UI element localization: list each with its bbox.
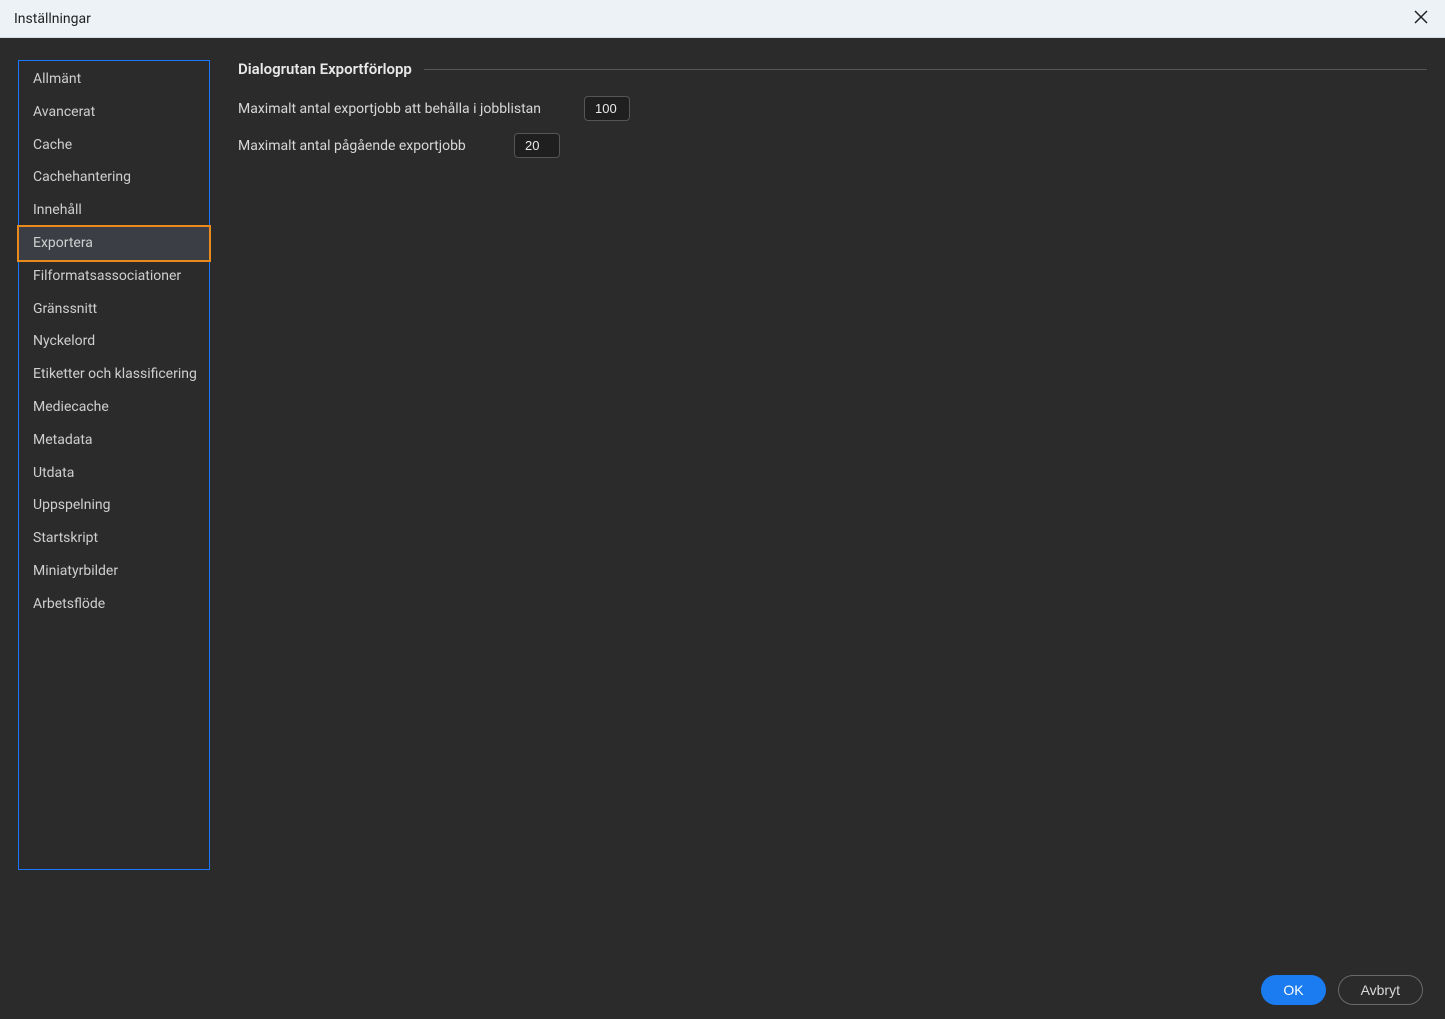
sidebar-item[interactable]: Etiketter och klassificering — [19, 358, 209, 391]
section-divider — [424, 69, 1427, 70]
field-label: Maximalt antal pågående exportjobb — [238, 138, 498, 154]
sidebar-item[interactable]: Mediecache — [19, 391, 209, 424]
section-header: Dialogrutan Exportförlopp — [238, 60, 1427, 78]
cancel-button[interactable]: Avbryt — [1338, 975, 1423, 1005]
main-area: AllmäntAvanceratCacheCachehanteringInneh… — [0, 38, 1445, 1019]
category-sidebar: AllmäntAvanceratCacheCachehanteringInneh… — [18, 60, 210, 870]
field-input-max-running[interactable] — [514, 133, 560, 158]
sidebar-item[interactable]: Metadata — [19, 424, 209, 457]
sidebar-item[interactable]: Startskript — [19, 522, 209, 555]
sidebar-item[interactable]: Miniatyrbilder — [19, 555, 209, 588]
sidebar-item[interactable]: Cache — [19, 129, 209, 162]
field-max-running: Maximalt antal pågående exportjobb — [238, 133, 1427, 158]
sidebar-item[interactable]: Exportera — [17, 225, 211, 262]
sidebar-item[interactable]: Utdata — [19, 457, 209, 490]
dialog-footer: OK Avbryt — [1261, 975, 1423, 1005]
sidebar-item[interactable]: Nyckelord — [19, 325, 209, 358]
ok-button[interactable]: OK — [1261, 975, 1325, 1005]
content-panel: Dialogrutan Exportförlopp Maximalt antal… — [238, 60, 1427, 1019]
sidebar-item[interactable]: Allmänt — [19, 63, 209, 96]
close-icon — [1414, 10, 1428, 28]
sidebar-item[interactable]: Uppspelning — [19, 489, 209, 522]
sidebar-item[interactable]: Innehåll — [19, 194, 209, 227]
field-max-keep: Maximalt antal exportjobb att behålla i … — [238, 96, 1427, 121]
sidebar-item[interactable]: Filformatsassociationer — [19, 260, 209, 293]
close-button[interactable] — [1411, 9, 1431, 29]
field-input-max-keep[interactable] — [584, 96, 630, 121]
sidebar-item[interactable]: Avancerat — [19, 96, 209, 129]
sidebar-item[interactable]: Arbetsflöde — [19, 588, 209, 621]
sidebar-item[interactable]: Gränssnitt — [19, 293, 209, 326]
title-bar: Inställningar — [0, 0, 1445, 38]
section-title: Dialogrutan Exportförlopp — [238, 60, 412, 78]
field-label: Maximalt antal exportjobb att behålla i … — [238, 101, 568, 117]
sidebar-item[interactable]: Cachehantering — [19, 161, 209, 194]
window-title: Inställningar — [14, 11, 91, 27]
